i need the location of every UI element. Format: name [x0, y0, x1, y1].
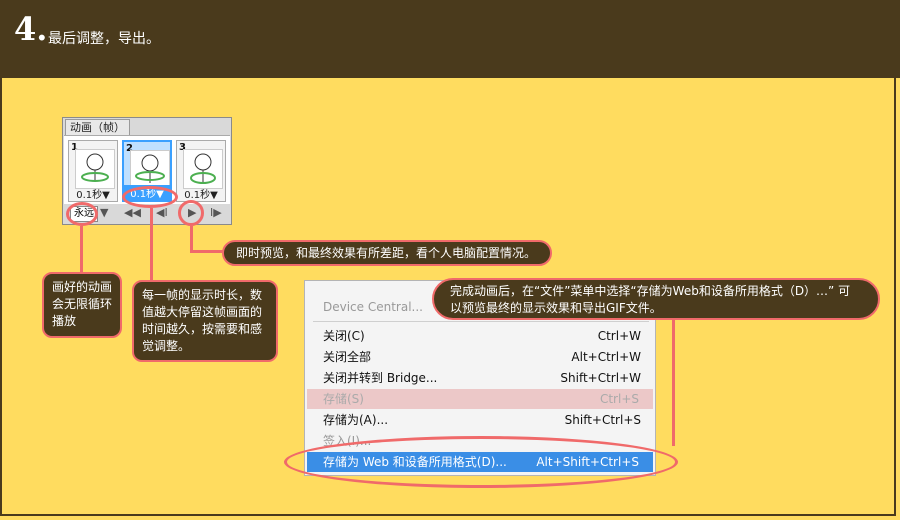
hula-hoop-figure-icon	[81, 153, 109, 182]
menu-item-label: 存储(S)	[323, 392, 364, 406]
save-connector	[672, 318, 675, 446]
save-for-web-highlight-ring	[284, 436, 678, 488]
menu-item-shortcut: Shift+Ctrl+W	[560, 371, 641, 385]
previous-frame-icon[interactable]: ◀I	[156, 206, 168, 219]
loop-highlight-ring	[66, 202, 98, 226]
frame-thumbnail	[130, 150, 170, 190]
save-callout-text: 完成动画后，在“文件”菜单中选择“存储为Web和设备所用格式（D）…” 可以预览…	[450, 284, 851, 315]
menu-item-shortcut: Ctrl+S	[599, 392, 639, 406]
menu-item-close[interactable]: 关闭(C) Ctrl+W	[323, 326, 641, 346]
frame-thumbnail	[75, 149, 115, 189]
menu-item-label: 关闭并转到 Bridge...	[323, 371, 438, 385]
menu-item-shortcut: Alt+Ctrl+W	[571, 350, 641, 364]
frame-3[interactable]: 3 0.1秒▼	[176, 140, 226, 202]
header-bar: 4. 最后调整，导出。	[0, 0, 900, 78]
menu-item-label: 关闭(C)	[323, 329, 365, 343]
delay-callout: 每一帧的显示时长，数值越大停留这帧画面的时间越久，按需要和感觉调整。	[132, 280, 278, 362]
menu-separator	[313, 321, 649, 322]
delay-highlight-ring	[122, 186, 178, 208]
menu-item-shortcut: Shift+Ctrl+S	[564, 413, 641, 427]
next-frame-icon[interactable]: I▶	[210, 206, 222, 219]
preview-callout: 即时预览，和最终效果有所差距，看个人电脑配置情况。	[222, 240, 552, 266]
hula-hoop-figure-icon	[135, 154, 165, 183]
delay-callout-text: 每一帧的显示时长，数值越大停留这帧画面的时间越久，按需要和感觉调整。	[142, 288, 263, 353]
loop-callout-text: 画好的动画会无限循环播放	[52, 280, 113, 328]
step-number: 4.	[14, 10, 48, 48]
delay-connector	[150, 208, 153, 282]
menu-item-shortcut: Ctrl+W	[597, 329, 641, 343]
frame-delay[interactable]: 0.1秒▼	[177, 186, 225, 201]
menu-item-close-all[interactable]: 关闭全部 Alt+Ctrl+W	[323, 347, 641, 367]
hula-hoop-figure-icon	[190, 153, 216, 184]
loop-callout: 画好的动画会无限循环播放	[42, 272, 122, 338]
play-highlight-ring	[178, 200, 204, 226]
menu-item-save-as[interactable]: 存储为(A)... Shift+Ctrl+S	[323, 410, 641, 430]
menu-item-close-go-bridge[interactable]: 关闭并转到 Bridge... Shift+Ctrl+W	[323, 368, 641, 388]
menu-item-save[interactable]: 存储(S) Ctrl+S	[307, 389, 653, 409]
menu-item-label: Device Central...	[323, 300, 423, 314]
save-callout: 完成动画后，在“文件”菜单中选择“存储为Web和设备所用格式（D）…” 可以预览…	[432, 278, 880, 320]
tab-animation-frames[interactable]: 动画（帧）	[65, 119, 130, 136]
frame-1[interactable]: 1 0.1秒▼	[68, 140, 118, 202]
chevron-down-icon[interactable]: ▼	[100, 206, 108, 219]
step-title: 最后调整，导出。	[48, 31, 160, 47]
play-connector-horizontal	[190, 250, 224, 253]
frame-delay[interactable]: 0.1秒▼	[69, 186, 117, 201]
first-frame-icon[interactable]: ◀◀	[124, 206, 141, 219]
frame-thumbnail	[183, 149, 223, 189]
play-connector	[190, 226, 193, 252]
loop-connector	[80, 226, 83, 278]
menu-item-label: 存储为(A)...	[323, 413, 389, 427]
menu-item-label: 关闭全部	[323, 350, 372, 364]
preview-callout-text: 即时预览，和最终效果有所差距，看个人电脑配置情况。	[236, 246, 537, 260]
